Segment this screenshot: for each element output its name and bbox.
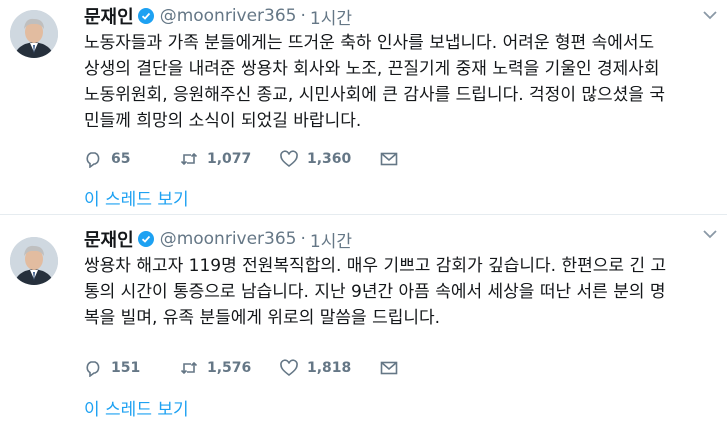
reply-count: 151: [111, 360, 141, 376]
user-handle[interactable]: @moonriver365: [160, 6, 297, 26]
reply-button[interactable]: 151: [84, 359, 180, 377]
retweet-icon: [180, 361, 198, 375]
retweet-button[interactable]: 1,576: [180, 359, 280, 377]
like-count: 1,818: [307, 360, 352, 376]
timestamp[interactable]: 1시간: [310, 227, 352, 252]
timestamp[interactable]: 1시간: [310, 4, 352, 29]
action-bar: 151 1,576 1,818: [84, 359, 407, 377]
tweet-text: 쌍용차 해고자 119명 전원복직합의. 매우 기쁘고 감회가 깊습니다. 한편…: [84, 256, 667, 328]
like-button[interactable]: 1,818: [280, 359, 380, 377]
heart-icon: [280, 150, 298, 168]
verified-badge-icon: [137, 8, 154, 24]
show-thread-link[interactable]: 이 스레드 보기: [84, 185, 189, 210]
reply-icon: [86, 152, 100, 168]
verified-badge-icon: [137, 231, 154, 247]
avatar[interactable]: [10, 237, 58, 285]
avatar-portrait: [10, 237, 58, 285]
reply-button[interactable]: 65: [84, 150, 180, 168]
direct-message-icon: [380, 152, 398, 166]
like-count: 1,360: [307, 151, 352, 167]
tweet-text: 노동자들과 가족 분들에게는 뜨거운 축하 인사를 보냅니다. 어려운 형편 속…: [84, 33, 665, 131]
retweet-icon: [180, 152, 198, 166]
like-button[interactable]: 1,360: [280, 150, 380, 168]
separator-dot: ·: [300, 229, 306, 249]
tweet[interactable]: 문재인 @moonriver365 · 1시간 쌍용차 해고자 119명 전원복…: [0, 214, 727, 425]
retweet-count: 1,077: [207, 151, 252, 167]
display-name[interactable]: 문재인: [84, 3, 134, 29]
user-handle[interactable]: @moonriver365: [160, 229, 297, 249]
separator-dot: ·: [300, 6, 306, 26]
display-name[interactable]: 문재인: [84, 226, 134, 252]
avatar[interactable]: [10, 10, 58, 58]
heart-icon: [280, 359, 298, 377]
action-bar: 65 1,077 1,360: [84, 150, 407, 168]
avatar-portrait: [10, 10, 58, 58]
retweet-count: 1,576: [207, 360, 252, 376]
direct-message-button[interactable]: [380, 359, 407, 377]
direct-message-button[interactable]: [380, 150, 407, 168]
tweet[interactable]: 문재인 @moonriver365 · 1시간 노동자들과 가족 분들에게는 뜨…: [0, 0, 727, 214]
reply-count: 65: [111, 151, 131, 167]
retweet-button[interactable]: 1,077: [180, 150, 280, 168]
show-thread-link[interactable]: 이 스레드 보기: [84, 395, 189, 420]
direct-message-icon: [380, 361, 398, 375]
reply-icon: [86, 361, 100, 377]
